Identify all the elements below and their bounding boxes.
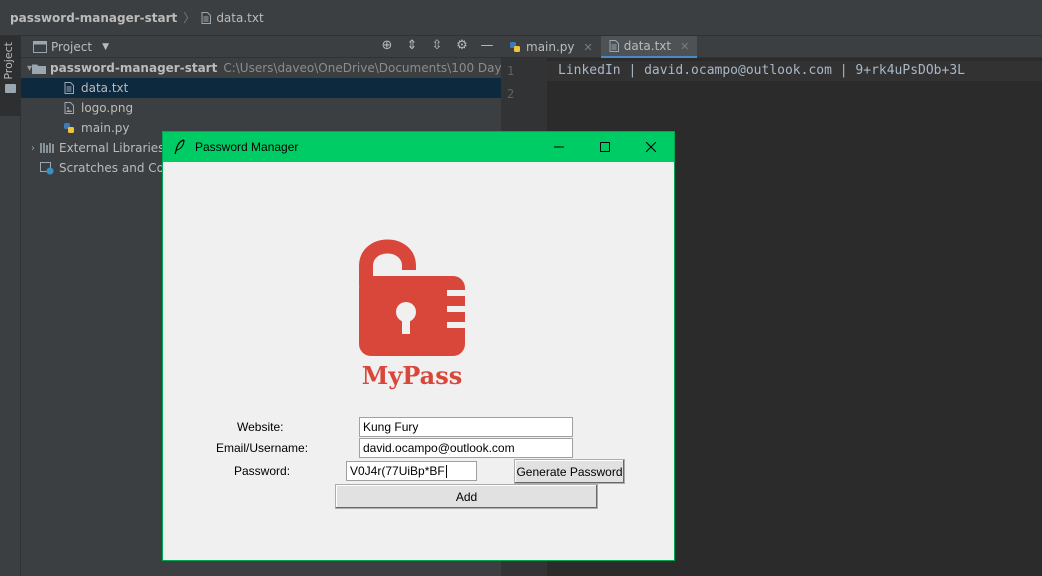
project-tool-tab[interactable]: Project — [0, 36, 21, 116]
text-file-icon — [201, 11, 212, 24]
editor-tab-bar: main.py ✕ data.txt ✕ — [501, 36, 1042, 58]
hide-icon[interactable]: — — [479, 38, 495, 53]
project-window-icon — [33, 40, 47, 53]
line-number: 2 — [507, 87, 515, 101]
close-icon[interactable]: ✕ — [680, 40, 689, 53]
python-file-icon — [510, 42, 520, 52]
mypass-logo: MyPass — [359, 239, 465, 390]
close-button[interactable] — [628, 132, 674, 162]
tab-label: data.txt — [623, 39, 672, 53]
chevron-right-icon[interactable]: › — [27, 143, 39, 154]
text-file-icon — [61, 81, 77, 95]
tree-item-project-root[interactable]: ▾ password-manager-start C:\Users\daveo\… — [21, 58, 501, 78]
libraries-icon — [39, 141, 55, 155]
tree-item-logo-png[interactable]: logo.png — [21, 98, 501, 118]
add-button[interactable]: Add — [335, 484, 598, 509]
password-value: V0J4r(77UiBp*BF — [350, 464, 445, 478]
expand-all-icon[interactable]: ⇕ — [404, 38, 420, 53]
breadcrumb-separator: 〉 — [183, 11, 196, 25]
website-label: Website: — [237, 420, 284, 434]
window-title: Password Manager — [195, 140, 299, 154]
scratches-icon — [39, 161, 55, 175]
minimize-icon — [554, 146, 564, 148]
text-file-icon — [609, 40, 619, 52]
text-caret — [445, 465, 447, 479]
email-input[interactable]: david.ocampo@outlook.com — [359, 438, 573, 458]
window-titlebar[interactable]: Password Manager — [163, 132, 674, 162]
chevron-down-icon[interactable]: ▼ — [102, 42, 109, 52]
tree-item-label: main.py — [81, 121, 130, 135]
tree-item-label: logo.png — [81, 101, 134, 115]
project-tool-label: Project — [2, 42, 15, 80]
python-file-icon — [61, 121, 77, 135]
email-label: Email/Username: — [216, 441, 309, 455]
tree-item-label: data.txt — [81, 81, 129, 95]
tab-main-py[interactable]: main.py ✕ — [501, 36, 601, 58]
logo-text: MyPass — [362, 361, 463, 390]
tool-window-strip: Project — [0, 36, 21, 576]
image-file-icon — [61, 101, 77, 115]
breadcrumb-bar: password-manager-start 〉 data.txt — [0, 0, 1042, 36]
website-input[interactable]: Kung Fury — [359, 417, 573, 437]
window-body: MyPass Website: Kung Fury Email/Username… — [163, 162, 674, 560]
password-manager-window: Password Manager MyPass Website: Kung Fu… — [162, 131, 675, 561]
gear-icon[interactable]: ⚙ — [454, 38, 470, 53]
locate-icon[interactable]: ⊕ — [379, 38, 395, 53]
folder-icon — [32, 61, 47, 75]
maximize-icon — [600, 142, 610, 152]
breadcrumb-file[interactable]: data.txt — [201, 10, 264, 25]
maximize-button[interactable] — [582, 132, 628, 162]
password-input[interactable]: V0J4r(77UiBp*BF — [346, 461, 477, 481]
generate-password-button[interactable]: Generate Password — [514, 459, 625, 484]
line-number: 1 — [507, 64, 515, 78]
tab-data-txt[interactable]: data.txt ✕ — [600, 36, 698, 58]
tree-item-label: External Libraries — [59, 141, 165, 155]
folder-icon — [5, 84, 16, 93]
code-line[interactable]: LinkedIn | david.ocampo@outlook.com | 9+… — [558, 63, 965, 78]
close-icon[interactable]: ✕ — [584, 41, 593, 54]
tree-item-label: password-manager-start — [50, 61, 218, 75]
close-icon — [646, 142, 656, 152]
breadcrumb-project[interactable]: password-manager-start — [10, 11, 177, 25]
breadcrumb-file-label: data.txt — [216, 10, 264, 25]
window-controls — [536, 132, 674, 162]
password-label: Password: — [234, 464, 291, 478]
project-panel-toolbar: ⊕ ⇕ ⇳ ⚙ — — [379, 38, 495, 53]
project-panel-title[interactable]: Project — [51, 40, 92, 54]
tree-item-data-txt[interactable]: data.txt — [21, 78, 501, 98]
collapse-all-icon[interactable]: ⇳ — [429, 38, 445, 53]
tab-label: main.py — [526, 40, 575, 54]
minimize-button[interactable] — [536, 132, 582, 162]
tree-item-path: C:\Users\daveo\OneDrive\Documents\100 Da… — [223, 61, 501, 75]
feather-icon — [174, 139, 185, 155]
project-panel-header: Project ▼ ⊕ ⇕ ⇳ ⚙ — — [21, 36, 501, 58]
